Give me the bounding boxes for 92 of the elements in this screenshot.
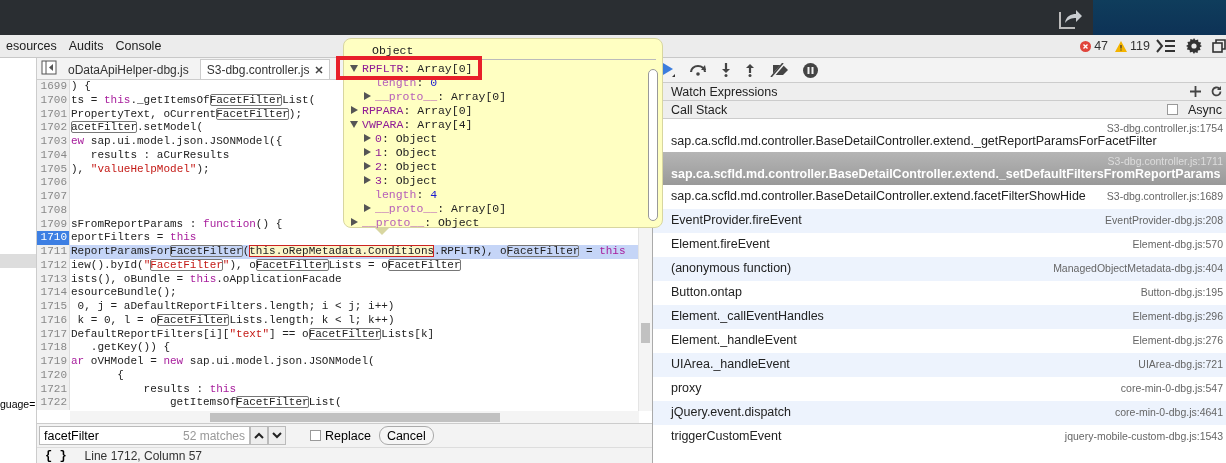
code-line: results : this [142,382,237,397]
tooltip-title: Object [350,39,656,60]
call-stack-frame[interactable]: proxy core-min-0-dbg.js:547 [653,377,1226,401]
code-line: ists(), oBundle = this.oApplicationFacade [70,272,342,287]
panel-tab[interactable]: Console [109,35,168,57]
expanded-arrow-icon[interactable] [350,120,358,128]
section-title: Watch Expressions [671,84,778,99]
call-stack-frame[interactable]: UIArea._handleEvent UIArea-dbg.js:721 [653,353,1226,377]
property-entry: RPPARA: Array[0] [362,103,473,117]
step-over-icon[interactable] [689,64,707,76]
property-entry: 0: Object [375,131,438,145]
panel-tab[interactable]: esources [0,35,63,57]
refresh-icon[interactable] [1211,86,1222,97]
property-entry: 1: Object [375,145,438,159]
chevron-up-icon [254,432,264,439]
property-entry: 3: Object [375,173,438,187]
add-icon[interactable] [1190,86,1201,97]
call-stack-frame[interactable]: (anonymous function) ManagedObjectMetadata-dbg.js:404 [653,257,1226,281]
pause-icon[interactable] [803,62,818,78]
code-line: { [116,368,124,383]
settings-icon[interactable] [1186,38,1202,54]
chevron-down-icon [272,432,282,439]
collapsed-arrow-icon[interactable] [363,176,371,184]
code-line: PropertyText, oCurrentFacetFilter); [70,107,303,122]
call-stack-frame[interactable]: jQuery.event.dispatch core-min-0-dbg.js:4641 [653,401,1226,425]
sidebar-selection [0,254,36,268]
pretty-print-button[interactable]: { } [45,448,67,463]
code-line: ), "valueHelpModel"); [70,162,210,177]
code-line: ) { [70,80,91,94]
code-line: sFromReportParams : function() { [70,217,283,232]
panel-tab[interactable]: Audits [62,35,110,57]
async-label[interactable]: Async [1187,102,1222,117]
property-entry: RPFLTR: Array[0] [362,61,473,75]
code-line: ts = this._getItemsOfFacetFilterList( [70,93,316,108]
property-entry: 2: Object [375,159,438,173]
expanded-arrow-icon[interactable] [350,64,358,72]
collapsed-arrow-icon[interactable] [363,148,371,156]
code-line: k = 0, l = oFacetFilterLists.length; k < l; k++) [76,313,395,328]
code-line: DefaultReportFilters[i]["text"] == oFacetFilterLists[k] [70,327,435,342]
line-number[interactable]: 1710 [37,231,70,245]
code-line: esourceBundle(); [70,286,177,300]
call-stack-frame[interactable]: Button.ontap Button-dbg.js:195 [653,281,1226,305]
collapsed-arrow-icon[interactable] [350,106,358,114]
call-stack-frame[interactable]: Element._callEventHandles Element-dbg.js:296 [653,305,1226,329]
property-entry: VWPARA: Array[4] [362,117,473,131]
collapsed-arrow-icon[interactable] [363,162,371,170]
code-line: .getKey()) { [89,341,171,355]
close-icon[interactable] [315,65,324,74]
async-checkbox[interactable] [1166,104,1178,115]
code-line: iew().byId("FacetFilter"), oFacetFilterLists = oFacetFilter [70,258,461,273]
collapsed-arrow-icon[interactable] [363,134,371,142]
call-stack-frame[interactable]: triggerCustomEvent jquery-mobile-custom-dbg.js:1543 [653,425,1226,449]
code-line: 0, j = aDefaultReportFilters.length; i < j; i++) [76,300,395,314]
horizontal-scrollbar[interactable] [70,411,639,423]
previous-match-button[interactable] [250,426,268,445]
property-entry: __proto__: Array[0] [375,201,507,215]
cursor-position: Line 1712, Column 57 [84,448,203,463]
file-tab[interactable]: S3-dbg.controller.js [199,59,331,79]
step-out-icon[interactable] [745,63,755,77]
warning-count[interactable]: 119 [1130,39,1150,53]
call-stack-frame[interactable]: EventProvider.fireEvent EventProvider-dbg.js:208 [653,209,1226,233]
match-count: 52 matches [182,429,245,443]
next-match-button[interactable] [268,426,286,445]
error-count[interactable]: 47 [1094,39,1109,53]
code-line: acetFilter.setModel( [70,121,204,135]
collapsed-arrow-icon[interactable] [363,204,371,212]
collapsed-arrow-icon[interactable] [350,218,358,226]
code-line: eportFilters = this [70,231,197,245]
error-icon [1080,40,1092,52]
step-into-icon[interactable] [721,63,731,77]
code-line: ew sap.ui.model.json.JSONModel({ [70,135,283,149]
cancel-button[interactable]: Cancel [378,426,434,445]
sidebar-toggle-icon[interactable] [41,60,57,75]
resume-icon[interactable] [663,63,675,77]
replace-checkbox[interactable] [310,430,321,441]
code-line: results : aCurResults [89,148,230,163]
file-tab[interactable]: oDataApiHelper-dbg.js [61,59,196,79]
code-line: ar oVHModel = new sap.ui.model.json.JSONModel( [70,355,375,369]
console-drawer-icon[interactable] [1156,39,1176,53]
property-entry: length: 4 [375,187,438,201]
undock-icon[interactable] [1212,39,1226,53]
call-stack-frame[interactable]: Element._handleEvent Element-dbg.js:276 [653,329,1226,353]
sidebar-text: guage= [0,398,36,410]
call-stack-frame[interactable]: Element.fireEvent Element-dbg.js:570 [653,233,1226,257]
warning-icon [1115,40,1128,52]
tooltip-scrollbar[interactable] [648,69,658,221]
collapsed-arrow-icon[interactable] [363,92,371,100]
section-title: Call Stack [671,102,728,117]
deactivate-breakpoints-icon[interactable] [769,63,789,77]
property-entry: __proto__: Object [362,215,480,229]
property-entry: __proto__: Array[0] [375,89,507,103]
replace-label[interactable]: Replace [325,428,371,443]
